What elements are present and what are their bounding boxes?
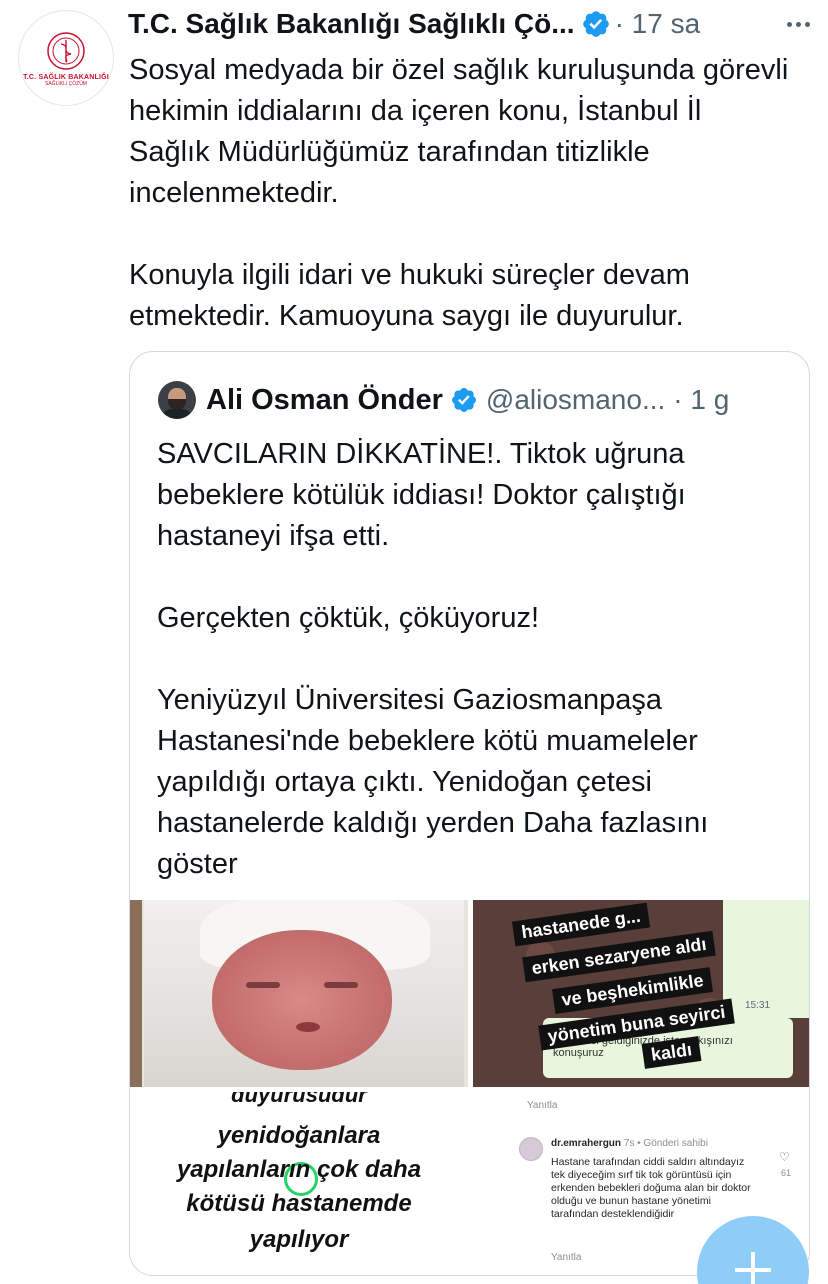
quoted-author-name[interactable]: Ali Osman Önder [206,384,443,417]
author-name[interactable]: T.C. Sağlık Bakanlığı Sağlıklı Çö... [128,8,575,40]
heart-icon: ♡ [779,1150,790,1164]
story-text-line: yapılıyor [249,1226,349,1253]
story-text-line: duyurusudur [231,1092,367,1107]
quoted-tweet[interactable]: Ali Osman Önder @aliosmano... · 1 g SAVC… [129,351,810,1276]
comment-like-count: 61 [781,1168,792,1178]
comment-body: Hastane tarafından ciddi saldırı altında… [551,1156,751,1220]
compose-plus-icon [735,1252,771,1284]
media-image-chat[interactable]: ...rya Yeniy... ...ekim Pazartesi geldiğ… [473,900,809,1087]
comment-reply-link: Yanıtla [551,1252,582,1263]
author-avatar[interactable]: T.C. SAĞLIK BAKANLIĞI SAĞLIKLI ÇÖZÜM [18,10,114,106]
story-text-line: kötüsü hastanemde [186,1190,412,1217]
quoted-tweet-header: Ali Osman Önder @aliosmano... · 1 g [158,380,789,420]
avatar-org-slogan: SAĞLIKLI ÇÖZÜM [45,80,87,87]
quoted-author-avatar[interactable] [158,381,196,419]
verified-badge-icon [582,11,609,37]
tweet-time[interactable]: · 17 sa [615,8,701,40]
avatar-org-name: T.C. SAĞLIK BAKANLIĞI [23,73,109,81]
more-icon[interactable] [783,16,814,33]
quoted-author-handle[interactable]: @aliosmano... [486,384,665,416]
chat-time: 15:31 [745,1000,771,1011]
commenter-username: dr.emrahergun 7s • Gönderi sahibi [551,1138,708,1149]
quoted-tweet-time: · 1 g [673,384,730,415]
story-text-line: yapılanların çok daha [176,1156,422,1183]
story-text-line: yenidoğanlara [217,1122,381,1149]
verified-badge-icon [451,388,476,412]
media-grid: ...rya Yeniy... ...ekim Pazartesi geldiğ… [130,900,809,1275]
commenter-avatar [519,1137,543,1161]
media-image-baby[interactable] [130,900,468,1087]
comment-reply-link: Yanıtla [527,1100,558,1111]
quoted-tweet-text: SAVCILARIN DİKKATİNE!. Tiktok uğruna beb… [157,438,709,880]
tweet-header: T.C. Sağlık Bakanlığı Sağlıklı Çö... · 1… [128,4,814,44]
tweet-text: Sosyal medyada bir özel sağlık kuruluşun… [129,54,789,332]
ministry-logo-icon [47,31,85,70]
media-image-text[interactable]: duyurusudur yenidoğanlara yapılanların ç… [130,1092,468,1275]
